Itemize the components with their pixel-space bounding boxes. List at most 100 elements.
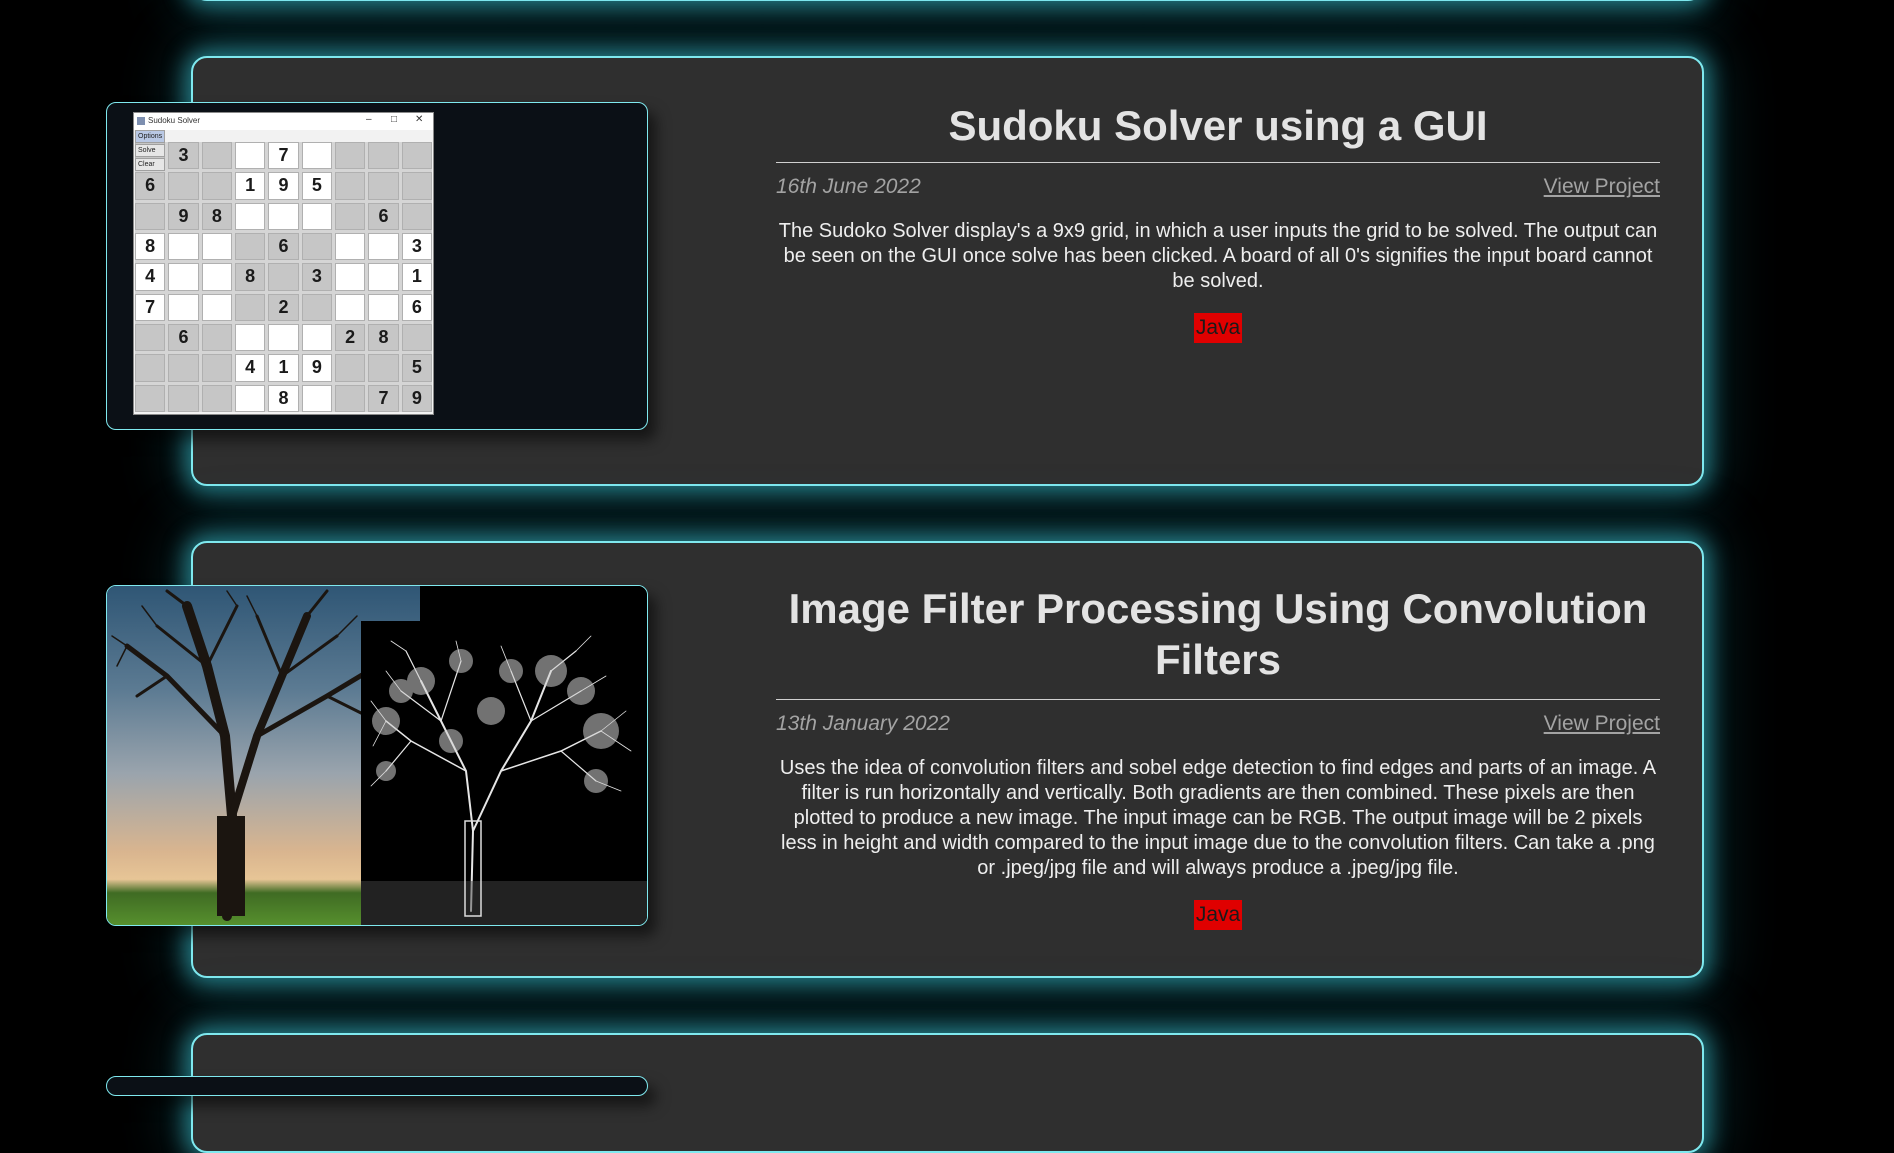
sudoku-cell: [335, 354, 366, 382]
project-date: 16th June 2022: [776, 175, 921, 198]
sudoku-cell: [301, 142, 332, 170]
language-tag: Java: [1193, 313, 1243, 343]
sudoku-cell: 1: [268, 354, 299, 382]
sudoku-cell: [168, 172, 199, 200]
sudoku-cell: [201, 293, 232, 321]
close-icon: ✕: [415, 114, 424, 125]
sudoku-cell: [168, 233, 199, 261]
sudoku-cell: [301, 202, 332, 230]
view-project-link[interactable]: View Project: [1544, 175, 1660, 199]
sudoku-cell: 4: [235, 354, 266, 382]
sudoku-cell: [168, 293, 199, 321]
sudoku-cell: 6: [135, 172, 166, 200]
sudoku-cell: 9: [168, 202, 199, 230]
sudoku-grid: 37619598686348317266284195879: [135, 142, 432, 412]
sudoku-cell: 3: [401, 233, 432, 261]
project-thumbnail-sudoku: Sudoku Solver – □ ✕ 37619598686348317266…: [106, 102, 648, 430]
project-date: 13th January 2022: [776, 712, 950, 735]
language-tag: Java: [1193, 900, 1243, 930]
sudoku-cell: [301, 233, 332, 261]
sudoku-cell: 2: [335, 324, 366, 352]
window-title-bar: Sudoku Solver – □ ✕: [134, 113, 433, 130]
edge-detected-tree: [361, 621, 647, 925]
sudoku-cell: [401, 202, 432, 230]
sudoku-window-screenshot: Sudoku Solver – □ ✕ 37619598686348317266…: [133, 112, 434, 415]
sudoku-cell: [335, 233, 366, 261]
sudoku-cell: 6: [168, 324, 199, 352]
sudoku-cell: 8: [235, 263, 266, 291]
sudoku-cell: 1: [401, 263, 432, 291]
sudoku-cell: [201, 142, 232, 170]
sudoku-cell: [301, 293, 332, 321]
sudoku-cell: [368, 263, 399, 291]
sudoku-cell: [168, 354, 199, 382]
sudoku-cell: [368, 354, 399, 382]
sudoku-cell: [368, 142, 399, 170]
sudoku-cell: [201, 384, 232, 412]
sudoku-cell: [268, 263, 299, 291]
sudoku-cell: [301, 384, 332, 412]
project-content-sudoku: Sudoku Solver using a GUI 16th June 2022…: [776, 100, 1660, 343]
sudoku-cell: [235, 233, 266, 261]
view-project-link[interactable]: View Project: [1544, 712, 1660, 736]
sudoku-cell: [235, 202, 266, 230]
sudoku-cell: [201, 172, 232, 200]
sudoku-cell: 7: [268, 142, 299, 170]
project-description: Uses the idea of convolution filters and…: [779, 757, 1657, 879]
sudoku-cell: 8: [368, 324, 399, 352]
project-title: Image Filter Processing Using Convolutio…: [788, 585, 1648, 683]
sudoku-cell: [301, 324, 332, 352]
sudoku-cell: [201, 354, 232, 382]
sudoku-cell: [335, 172, 366, 200]
sudoku-cell: [235, 293, 266, 321]
project-thumbnail-next: [106, 1076, 648, 1096]
sudoku-cell: 7: [368, 384, 399, 412]
sudoku-cell: [235, 384, 266, 412]
project-content-image-filter: Image Filter Processing Using Convolutio…: [776, 583, 1660, 930]
sudoku-cell: [368, 233, 399, 261]
sudoku-cell: [201, 263, 232, 291]
menu-item-clear: Clear: [135, 158, 165, 171]
menu-options: Options Solve Clear: [135, 130, 165, 172]
sudoku-cell: [135, 384, 166, 412]
sudoku-cell: [335, 263, 366, 291]
sudoku-cell: 1: [235, 172, 266, 200]
sudoku-cell: 6: [268, 233, 299, 261]
app-icon: [137, 117, 145, 125]
sudoku-cell: [335, 384, 366, 412]
sudoku-cell: 4: [135, 263, 166, 291]
project-meta: 13th January 2022 View Project: [776, 712, 1660, 740]
sudoku-cell: [401, 172, 432, 200]
project-card-previous: [191, 0, 1704, 1]
sudoku-cell: 9: [401, 384, 432, 412]
sudoku-cell: [401, 324, 432, 352]
sudoku-cell: [335, 142, 366, 170]
edge-image-top: [420, 586, 647, 626]
sudoku-cell: [135, 354, 166, 382]
sudoku-cell: [135, 202, 166, 230]
sudoku-cell: [168, 263, 199, 291]
sudoku-cell: [268, 324, 299, 352]
sudoku-cell: [201, 324, 232, 352]
title-divider: [776, 699, 1660, 700]
sudoku-cell: [135, 324, 166, 352]
sudoku-cell: 3: [168, 142, 199, 170]
sudoku-cell: [168, 384, 199, 412]
edge-tree-icon: [361, 635, 647, 925]
sudoku-cell: 8: [268, 384, 299, 412]
project-meta: 16th June 2022 View Project: [776, 175, 1660, 203]
sudoku-cell: 6: [401, 293, 432, 321]
maximize-icon: □: [391, 114, 398, 125]
menu-item-options: Options: [135, 130, 165, 143]
minimize-icon: –: [366, 114, 372, 125]
sudoku-cell: 5: [301, 172, 332, 200]
sudoku-cell: [368, 293, 399, 321]
sudoku-cell: [235, 324, 266, 352]
sudoku-cell: 7: [135, 293, 166, 321]
window-title: Sudoku Solver: [148, 116, 201, 125]
sudoku-cell: 8: [135, 233, 166, 261]
project-thumbnail-image-filter: [106, 585, 648, 926]
sudoku-cell: 3: [301, 263, 332, 291]
sudoku-cell: 5: [401, 354, 432, 382]
sudoku-cell: [268, 202, 299, 230]
